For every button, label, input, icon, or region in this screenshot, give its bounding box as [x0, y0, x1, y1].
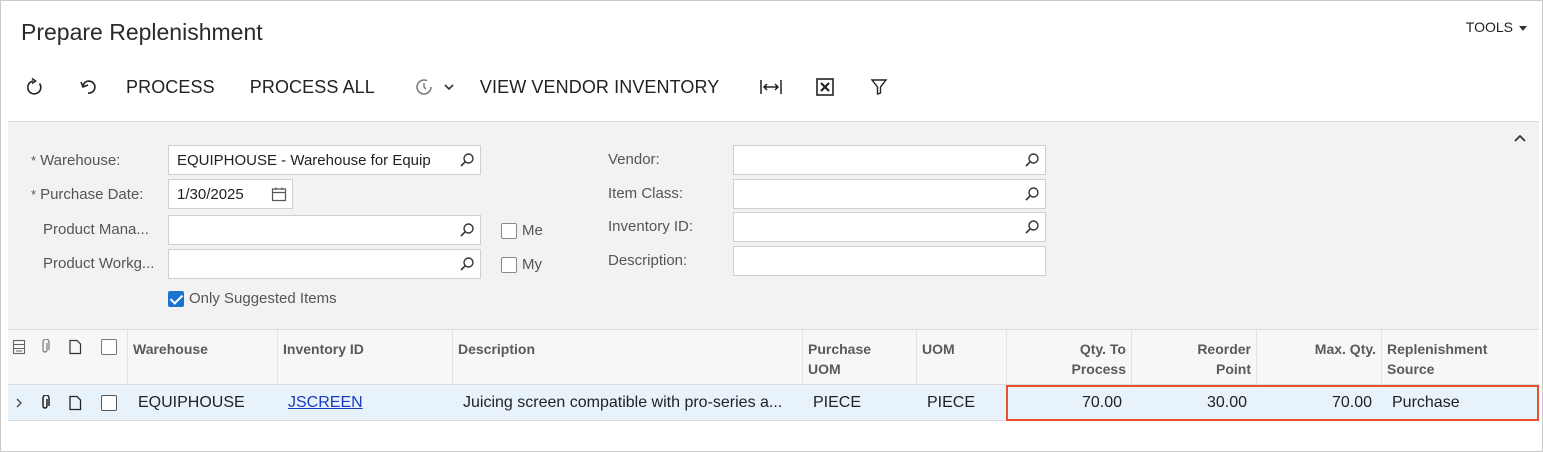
description-label: Description:: [608, 252, 688, 269]
col-header-qty-to-process-line2: Process: [1071, 361, 1126, 377]
tools-menu-button[interactable]: TOOLS: [1466, 19, 1527, 35]
cell-inventory-id: JSCREEN: [278, 385, 453, 421]
schedule-icon: [416, 79, 432, 95]
cell-qty-to-process: 70.00: [1081, 394, 1122, 411]
col-header-description[interactable]: Description: [453, 330, 803, 386]
search-icon[interactable]: [1019, 146, 1045, 174]
col-header-purchase-uom-line2: UOM: [808, 361, 841, 377]
process-button[interactable]: PROCESS: [126, 77, 215, 98]
col-header-purchase-uom[interactable]: Purchase UOM: [803, 330, 917, 386]
filter-icon[interactable]: [862, 72, 896, 102]
cell-warehouse: EQUIPHOUSE: [138, 394, 245, 411]
chevron-down-icon: [444, 84, 454, 91]
my-checkbox-label: My: [522, 256, 542, 273]
me-checkbox[interactable]: Me: [501, 222, 543, 239]
collapse-chevron-up-icon[interactable]: [1513, 132, 1527, 146]
me-checkbox-label: Me: [522, 222, 543, 239]
my-checkbox[interactable]: My: [501, 256, 542, 273]
product-manager-field[interactable]: [168, 215, 481, 245]
inventory-id-label: Inventory ID:: [608, 218, 694, 235]
warehouse-field[interactable]: EQUIPHOUSE - Warehouse for Equip: [168, 145, 481, 175]
row-checkbox-box[interactable]: [101, 395, 117, 411]
cell-replenishment-source: Purchase: [1392, 394, 1460, 411]
calendar-icon[interactable]: [266, 180, 292, 208]
tools-label: TOOLS: [1465, 19, 1513, 35]
process-all-button[interactable]: PROCESS ALL: [250, 77, 375, 98]
view-vendor-inventory-button[interactable]: VIEW VENDOR INVENTORY: [480, 77, 719, 98]
col-header-qty-to-process[interactable]: Qty. To Process: [1007, 330, 1132, 386]
toolbar: PROCESS PROCESS ALL VIEW VENDOR INVENTOR…: [18, 72, 916, 102]
row-expand-chevron-right-icon[interactable]: [8, 385, 30, 421]
only-suggested-items-checkbox[interactable]: Only Suggested Items: [168, 290, 337, 307]
inventory-id-link[interactable]: JSCREEN: [288, 394, 363, 412]
page-title: Prepare Replenishment: [21, 19, 263, 45]
select-all-checkbox[interactable]: [90, 330, 128, 386]
paperclip-icon[interactable]: [30, 385, 60, 421]
me-checkbox-box[interactable]: [501, 222, 517, 239]
cell-uom: PIECE: [927, 394, 976, 411]
col-header-replenishment-source-line2: Source: [1387, 361, 1435, 377]
col-header-inventory-id[interactable]: Inventory ID: [278, 330, 453, 386]
warehouse-label: * Warehouse:: [31, 152, 121, 169]
cell-description: Juicing screen compatible with pro-serie…: [463, 394, 783, 411]
row-checkbox[interactable]: [90, 385, 128, 421]
col-header-reorder-point[interactable]: Reorder Point: [1132, 330, 1257, 386]
product-workgroup-field[interactable]: [168, 249, 481, 279]
vendor-label: Vendor:: [608, 151, 660, 168]
inventory-id-field[interactable]: [733, 212, 1046, 242]
cell-purchase-uom: PIECE: [813, 394, 862, 411]
search-icon[interactable]: [454, 216, 480, 244]
search-icon[interactable]: [454, 250, 480, 278]
search-icon[interactable]: [454, 146, 480, 174]
vendor-field[interactable]: [733, 145, 1046, 175]
replenishment-grid: Warehouse Inventory ID Description Purch…: [8, 329, 1539, 421]
caret-down-icon: [1519, 25, 1527, 31]
purchase-date-field[interactable]: 1/30/2025: [168, 179, 293, 209]
undo-icon[interactable]: [72, 72, 106, 102]
my-checkbox-box[interactable]: [501, 256, 517, 273]
schedule-menu-button[interactable]: [410, 72, 460, 102]
only-suggested-items-label: Only Suggested Items: [189, 290, 337, 307]
search-icon[interactable]: [1019, 180, 1045, 208]
product-manager-label: Product Mana...: [43, 221, 149, 238]
search-icon[interactable]: [1019, 213, 1045, 241]
only-suggested-items-checkbox-box[interactable]: [168, 290, 184, 307]
row-selector-header-icon[interactable]: [8, 330, 30, 386]
col-header-qty-to-process-line1: Qty. To: [1079, 341, 1126, 357]
cell-max-qty: 70.00: [1331, 394, 1372, 411]
col-header-warehouse[interactable]: Warehouse: [128, 330, 278, 386]
select-all-checkbox-box[interactable]: [100, 339, 117, 355]
table-row[interactable]: EQUIPHOUSE JSCREEN Juicing screen compat…: [8, 385, 1539, 421]
col-header-replenishment-source-line1: Replenishment: [1387, 341, 1488, 357]
filter-panel: * Warehouse: EQUIPHOUSE - Warehouse for E…: [8, 121, 1539, 329]
col-header-purchase-uom-line1: Purchase: [808, 341, 872, 357]
description-field[interactable]: [733, 246, 1046, 276]
grid-header: Warehouse Inventory ID Description Purch…: [8, 329, 1539, 386]
fit-width-icon[interactable]: [754, 72, 788, 102]
item-class-field[interactable]: [733, 179, 1046, 209]
col-header-reorder-point-line1: Reorder: [1197, 341, 1251, 357]
cell-reorder-point: 30.00: [1206, 394, 1247, 411]
item-class-label: Item Class:: [608, 185, 684, 202]
purchase-date-label: * Purchase Date:: [31, 186, 144, 203]
col-header-max-qty[interactable]: Max. Qty.: [1257, 330, 1382, 386]
col-header-replenishment-source[interactable]: Replenishment Source: [1382, 330, 1539, 386]
note-header-icon: [60, 330, 90, 386]
excel-export-icon[interactable]: [808, 72, 842, 102]
col-header-uom[interactable]: UOM: [917, 330, 1007, 386]
paperclip-header-icon: [30, 330, 60, 386]
product-workgroup-label: Product Workg...: [43, 255, 155, 272]
refresh-icon[interactable]: [18, 72, 52, 102]
col-header-reorder-point-line2: Point: [1216, 361, 1251, 377]
note-icon[interactable]: [60, 385, 90, 421]
